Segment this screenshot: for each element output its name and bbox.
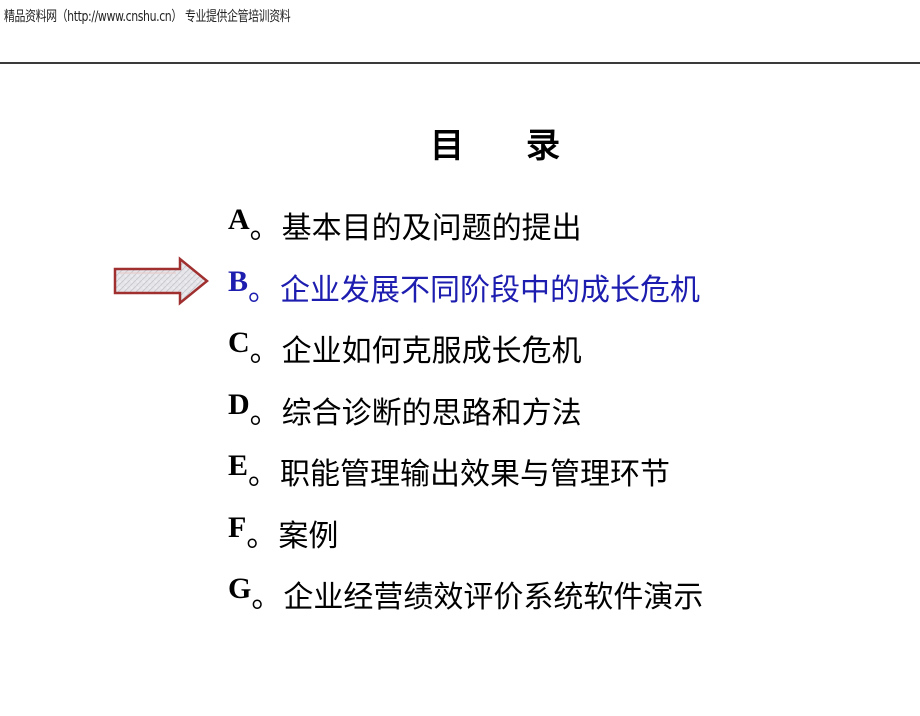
toc-item-separator: 。 xyxy=(249,211,280,246)
right-arrow-icon xyxy=(113,256,209,306)
toc-item-separator: 。 xyxy=(251,580,282,615)
toc-item-a[interactable]: A。基本目的及问题的提出 xyxy=(228,203,703,265)
table-of-contents: A。基本目的及问题的提出 B。企业发展不同阶段中的成长危机 C。企业如何克服成长… xyxy=(228,203,703,634)
toc-item-label: 企业经营绩效评价系统软件演示 xyxy=(283,580,704,615)
toc-item-d[interactable]: D。综合诊断的思路和方法 xyxy=(228,388,703,450)
toc-item-letter: F xyxy=(228,510,247,544)
toc-item-g[interactable]: G。企业经营绩效评价系统软件演示 xyxy=(228,572,703,634)
site-header-text: 精品资料网（http://www.cnshu.cn） 专业提供企管培训资料 xyxy=(4,9,291,25)
page-title: 目 录 xyxy=(430,118,560,167)
toc-item-label: 综合诊断的思路和方法 xyxy=(281,395,582,431)
toc-item-letter: E xyxy=(228,449,249,482)
toc-item-letter: B xyxy=(228,264,249,298)
toc-item-letter: D xyxy=(228,387,250,421)
title-char-2: 录 xyxy=(526,126,560,166)
title-char-1: 目 xyxy=(430,126,464,166)
toc-item-separator: 。 xyxy=(248,457,279,492)
header-divider xyxy=(0,62,920,64)
toc-item-label: 基本目的及问题的提出 xyxy=(281,211,582,246)
toc-item-separator: 。 xyxy=(246,518,277,554)
toc-item-separator: 。 xyxy=(249,334,280,369)
toc-item-c[interactable]: C。企业如何克服成长危机 xyxy=(228,326,703,388)
toc-item-f[interactable]: F。案例 xyxy=(228,511,703,573)
toc-item-label: 职能管理输出效果与管理环节 xyxy=(280,457,671,492)
toc-item-label: 案例 xyxy=(278,518,339,554)
toc-item-separator: 。 xyxy=(248,272,279,308)
toc-item-label: 企业如何克服成长危机 xyxy=(281,334,582,369)
toc-item-e[interactable]: E。职能管理输出效果与管理环节 xyxy=(228,449,703,511)
toc-item-label: 企业发展不同阶段中的成长危机 xyxy=(280,272,701,308)
toc-item-letter: A xyxy=(228,203,250,236)
toc-item-separator: 。 xyxy=(249,395,280,431)
toc-item-b[interactable]: B。企业发展不同阶段中的成长危机 xyxy=(228,265,703,327)
toc-item-letter: C xyxy=(228,326,250,359)
toc-item-letter: G xyxy=(228,572,252,605)
